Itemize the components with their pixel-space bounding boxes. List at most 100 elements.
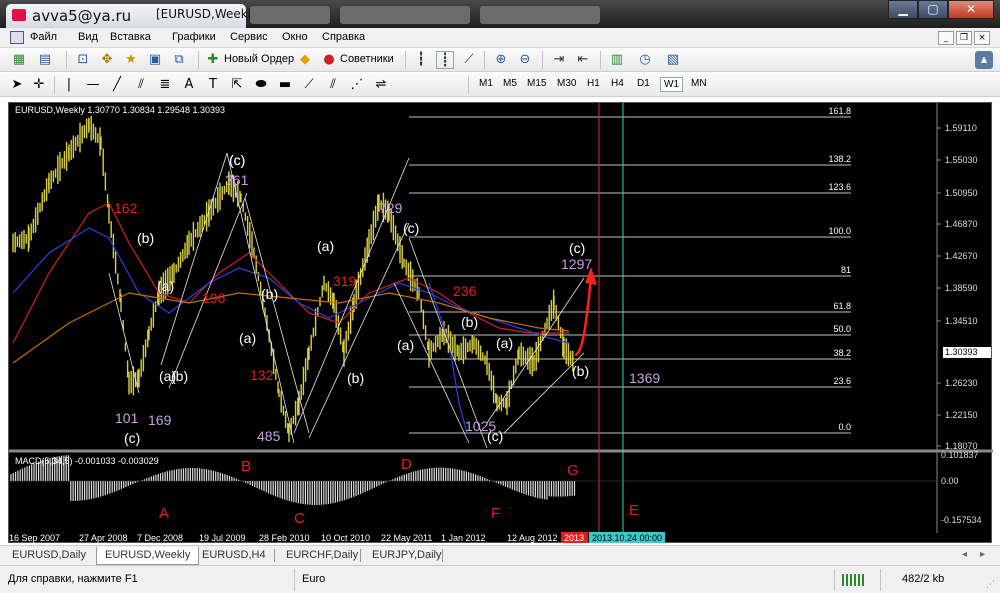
app-menu-icon[interactable] bbox=[10, 31, 24, 44]
current-price-label: 1.30393 bbox=[945, 347, 978, 357]
mdi-restore-icon[interactable]: ❐ bbox=[956, 31, 972, 45]
tester-icon[interactable]: ⧉ bbox=[170, 51, 188, 69]
terminal-icon[interactable]: ▣ bbox=[146, 51, 164, 69]
price-axis: 1.59110 1.55030 1.50950 1.46870 1.42670 1.385… bbox=[937, 123, 991, 525]
menu-file[interactable]: Файл bbox=[30, 31, 57, 43]
pitchfork-icon[interactable]: ⟋ bbox=[300, 76, 318, 94]
indicators-icon[interactable]: ▥ bbox=[608, 51, 626, 69]
data-window-icon[interactable]: ★ bbox=[122, 51, 140, 69]
text-label-icon[interactable]: T bbox=[204, 76, 222, 94]
status-traffic: 482/2 kb bbox=[902, 573, 945, 585]
templates-icon[interactable]: ▧ bbox=[664, 51, 682, 69]
macd-axis-label: 0.00 bbox=[941, 476, 959, 486]
tf-h4[interactable]: H4 bbox=[608, 77, 627, 90]
navigator-icon[interactable]: ✥ bbox=[98, 51, 116, 69]
wave-label: (b) bbox=[261, 286, 278, 302]
tf-m15[interactable]: M15 bbox=[524, 77, 549, 90]
price-chart[interactable]: 161.8 138.2 123.6 100.0 81 61.8 50.0 38.2 23.6 0.… bbox=[9, 103, 993, 544]
wave-label: 1297 bbox=[561, 256, 592, 272]
profiles-icon[interactable]: ▤ bbox=[36, 51, 54, 69]
market-watch-icon[interactable]: ⊡ bbox=[74, 51, 92, 69]
date-label: 27 Apr 2008 bbox=[79, 533, 128, 543]
account-icon[interactable]: ▴ bbox=[975, 51, 993, 69]
wave-label: (a) bbox=[157, 278, 174, 294]
blue-ma bbox=[12, 227, 570, 344]
tf-m30[interactable]: M30 bbox=[554, 77, 579, 90]
chart-window[interactable]: 161.8 138.2 123.6 100.0 81 61.8 50.0 38.2 23.6 0.… bbox=[8, 102, 993, 544]
tf-d1[interactable]: D1 bbox=[634, 77, 653, 90]
chart-header: EURUSD,Weekly 1.30770 1.30834 1.29548 1.… bbox=[15, 105, 225, 115]
fib-label: 23.6 bbox=[833, 376, 851, 386]
fib-label: 61.8 bbox=[833, 301, 851, 311]
mdi-close-icon[interactable]: × bbox=[974, 31, 990, 45]
new-order-button[interactable]: Новый Ордер bbox=[224, 53, 294, 65]
wave-label: (c) bbox=[229, 152, 245, 168]
minimize-button[interactable]: ▁ bbox=[888, 0, 918, 19]
autoscroll-icon[interactable]: ⇥ bbox=[550, 51, 568, 69]
advisors-icon[interactable]: ● bbox=[320, 51, 338, 69]
wave-label: (a) bbox=[496, 335, 513, 351]
trendline-icon[interactable]: ╱ bbox=[108, 76, 126, 94]
tab-eurchf-daily[interactable]: EURCHF,Daily bbox=[278, 547, 366, 565]
close-button[interactable]: ✕ bbox=[948, 0, 994, 19]
tab-scroll-left-icon[interactable]: ◂ bbox=[962, 549, 967, 560]
standard-toolbar: ▦ ▤ ⊡ ✥ ★ ▣ ⧉ ✚ Новый Ордер ◆ ● Советник… bbox=[0, 48, 1000, 72]
crosshair-icon[interactable]: ✛ bbox=[30, 76, 48, 94]
tab-eurusd-daily[interactable]: EURUSD,Daily bbox=[4, 547, 94, 565]
advisors-button[interactable]: Советники bbox=[340, 53, 394, 65]
tab-eurusd-h4[interactable]: EURUSD,H4 bbox=[194, 547, 274, 565]
tab-eurjpy-daily[interactable]: EURJPY,Daily bbox=[364, 547, 450, 565]
arrows-icon[interactable]: ⇱ bbox=[228, 76, 246, 94]
window-email: avva5@ya.ru bbox=[32, 7, 132, 25]
chart-tabs: EURUSD,Daily EURUSD,Weekly EURUSD,H4 EUR… bbox=[0, 545, 1000, 565]
macd-letter: G bbox=[567, 462, 579, 479]
new-chart-icon[interactable]: ▦ bbox=[10, 51, 28, 69]
tf-mn[interactable]: MN bbox=[688, 77, 710, 90]
new-order-icon[interactable]: ✚ bbox=[204, 51, 222, 69]
date-label: 19 Jul 2009 bbox=[199, 533, 246, 543]
tf-m5[interactable]: M5 bbox=[500, 77, 520, 90]
horizontal-line-icon[interactable]: — bbox=[84, 76, 102, 94]
text-icon[interactable]: A bbox=[180, 76, 198, 94]
fibo-fan-icon[interactable]: ⋰ bbox=[348, 76, 366, 94]
menu-bar: Файл Вид Вставка Графики Сервис Окно Спр… bbox=[0, 28, 1000, 48]
status-help: Для справки, нажмите F1 bbox=[8, 573, 138, 585]
fib-label: 38.2 bbox=[833, 348, 851, 358]
price-label: 1.50950 bbox=[945, 188, 978, 198]
menu-charts[interactable]: Графики bbox=[172, 31, 216, 43]
forecast-arrow bbox=[574, 267, 597, 357]
maximize-button[interactable]: ▢ bbox=[918, 0, 948, 19]
vertical-line-icon[interactable]: | bbox=[60, 76, 78, 94]
wave-label: (a) bbox=[317, 238, 334, 254]
periods-icon[interactable]: ◷ bbox=[636, 51, 654, 69]
tf-m1[interactable]: M1 bbox=[476, 77, 496, 90]
candle-chart-icon[interactable]: ┋ bbox=[436, 51, 454, 69]
equidistant-channel-icon[interactable]: ⫽ bbox=[132, 76, 150, 94]
bar-chart-icon[interactable]: ┇ bbox=[412, 51, 430, 69]
tf-w1[interactable]: W1 bbox=[660, 77, 683, 92]
mdi-minimize-icon[interactable]: _ bbox=[938, 31, 954, 45]
window-tab[interactable]: avva5@ya.ru [EURUSD,Weekly] bbox=[6, 4, 263, 28]
menu-tools[interactable]: Сервис bbox=[230, 31, 268, 43]
zoom-out-icon[interactable]: ⊖ bbox=[516, 51, 534, 69]
line-chart-icon[interactable]: ⟋ bbox=[460, 51, 478, 69]
wave-label: (c) bbox=[403, 220, 419, 236]
cursor-icon[interactable]: ➤ bbox=[8, 76, 26, 94]
menu-view[interactable]: Вид bbox=[78, 31, 98, 43]
metaeditor-icon[interactable]: ◆ bbox=[296, 51, 314, 69]
fib-label: 123.6 bbox=[828, 182, 851, 192]
ellipse-icon[interactable]: ⬬ bbox=[252, 76, 270, 94]
more-tools-icon[interactable]: ⇌ bbox=[372, 76, 390, 94]
tab-eurusd-weekly[interactable]: EURUSD,Weekly bbox=[96, 547, 200, 565]
menu-help[interactable]: Справка bbox=[322, 31, 365, 43]
tf-h1[interactable]: H1 bbox=[584, 77, 603, 90]
menu-insert[interactable]: Вставка bbox=[110, 31, 151, 43]
fibonacci-icon[interactable]: ≣ bbox=[156, 76, 174, 94]
tab-scroll-right-icon[interactable]: ▸ bbox=[980, 549, 985, 560]
menu-window[interactable]: Окно bbox=[282, 31, 308, 43]
wave-label: 162 bbox=[114, 200, 138, 216]
gann-icon[interactable]: ⫽ bbox=[324, 76, 342, 94]
chart-shift-icon[interactable]: ⇤ bbox=[574, 51, 592, 69]
rectangle-icon[interactable]: ▬ bbox=[276, 76, 294, 94]
zoom-in-icon[interactable]: ⊕ bbox=[492, 51, 510, 69]
